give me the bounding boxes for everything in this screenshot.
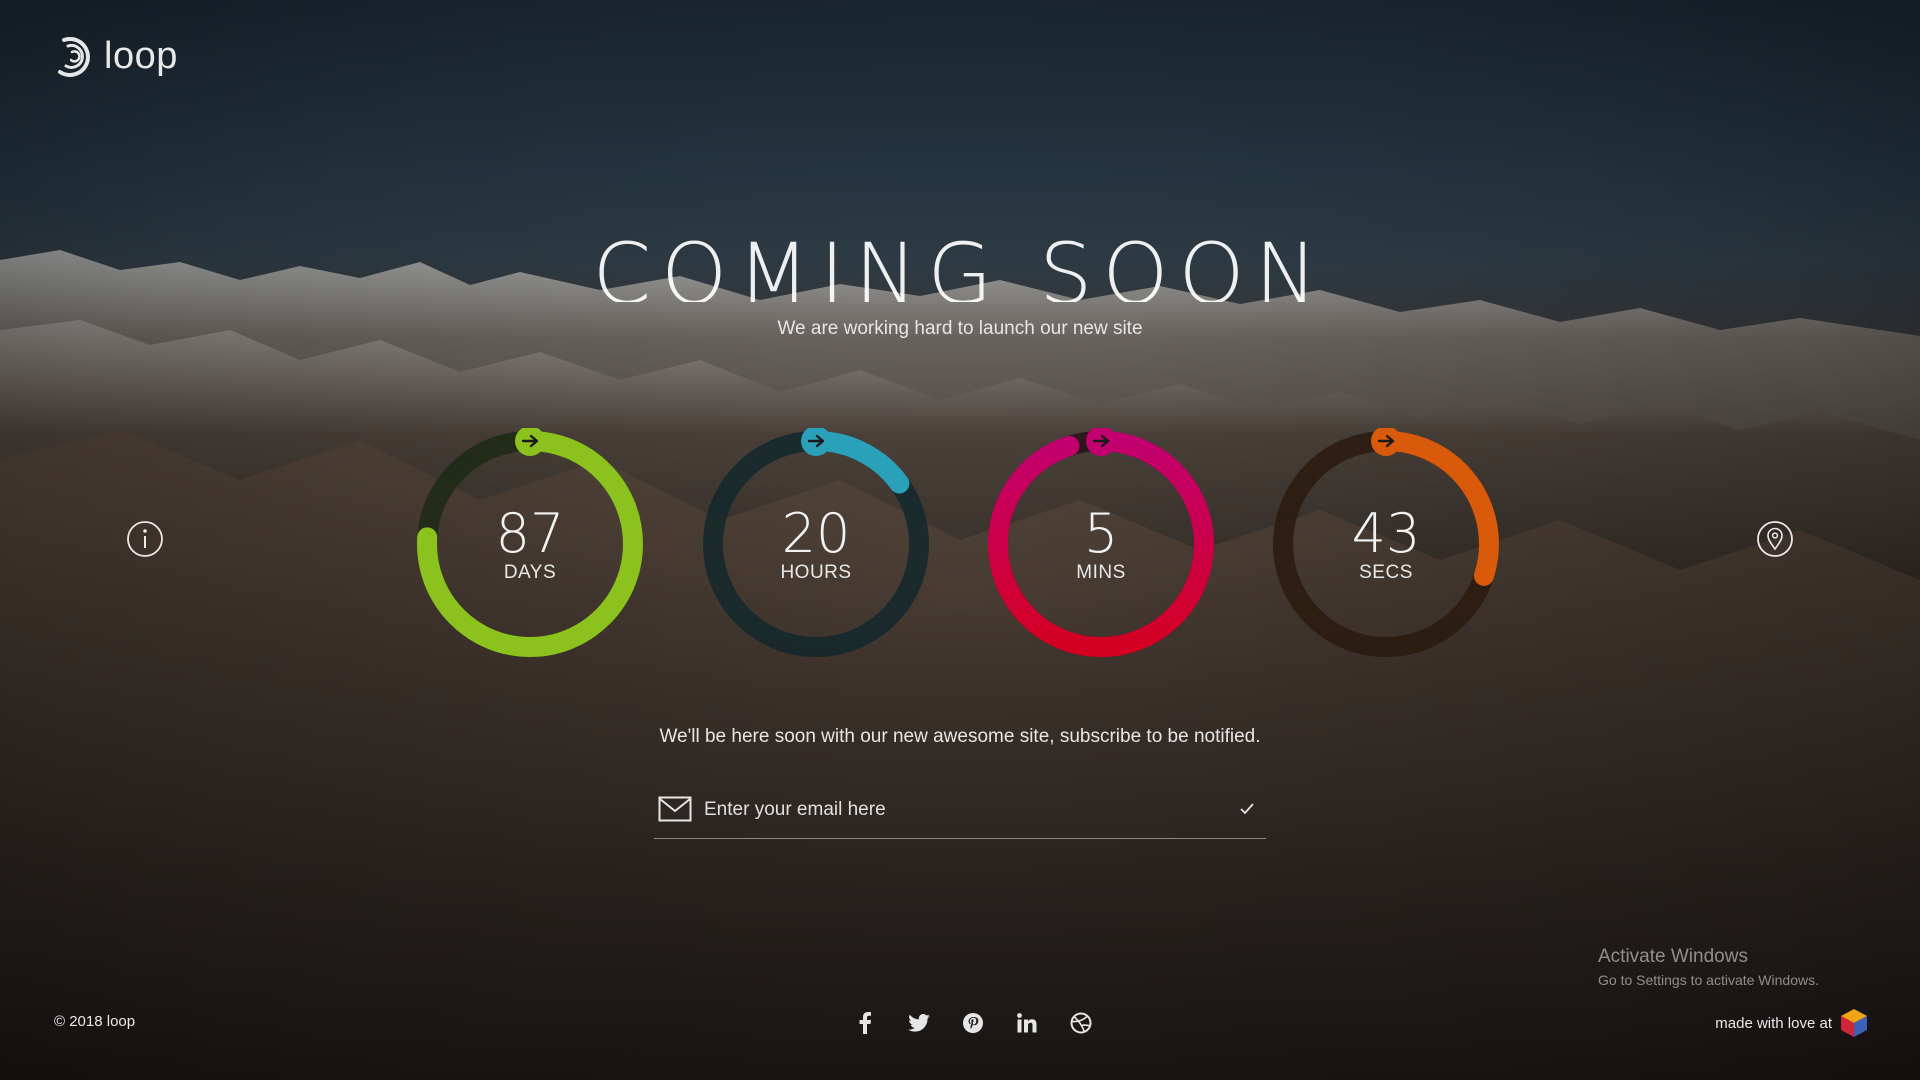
- watermark-detail: Go to Settings to activate Windows.: [1598, 972, 1819, 988]
- linkedin-icon[interactable]: [1000, 1006, 1054, 1040]
- watermark-title: Activate Windows: [1598, 946, 1748, 967]
- windows-activation-watermark: Activate Windows Go to Settings to activ…: [1598, 946, 1819, 988]
- brand-name: loop: [104, 34, 178, 77]
- made-with-love: made with love at: [1715, 1008, 1868, 1038]
- countdown-value: 87: [495, 502, 565, 565]
- countdown-days: 87 DAYS: [414, 428, 646, 660]
- social-links: [838, 1006, 1108, 1040]
- made-with-love-text: made with love at: [1715, 1014, 1832, 1032]
- brand-logo[interactable]: loop: [54, 32, 178, 80]
- countdown-unit: SECS: [1359, 562, 1413, 583]
- page-title: COMING SOON: [592, 225, 1328, 302]
- countdown-secs: 43 SECS: [1270, 428, 1502, 660]
- countdown-unit: DAYS: [503, 562, 557, 583]
- countdown-value: 5: [1083, 502, 1119, 565]
- page-subtitle: We are working hard to launch our new si…: [777, 318, 1143, 339]
- copyright: © 2018 loop: [54, 1013, 136, 1030]
- twitter-icon[interactable]: [892, 1006, 946, 1040]
- loop-logo-icon: [58, 37, 90, 77]
- dribbble-icon[interactable]: [1054, 1006, 1108, 1040]
- pinterest-icon[interactable]: [946, 1006, 1000, 1040]
- subscribe-form: [654, 788, 1266, 839]
- studio-cube-logo-icon[interactable]: [1840, 1008, 1868, 1038]
- countdown-value: 43: [1351, 502, 1421, 565]
- envelope-icon: [658, 796, 692, 822]
- email-input[interactable]: [702, 792, 1186, 828]
- countdown-unit: HOURS: [780, 562, 852, 583]
- countdown-unit: MINS: [1076, 562, 1126, 583]
- countdown-value: 20: [781, 502, 851, 565]
- background-mountains: [0, 0, 1920, 1080]
- subscribe-message: We'll be here soon with our new awesome …: [659, 726, 1261, 747]
- info-icon[interactable]: [126, 520, 164, 558]
- countdown-mins: 5 MINS: [985, 428, 1217, 660]
- checkmark-submit-icon[interactable]: [1232, 794, 1262, 824]
- facebook-icon[interactable]: [838, 1006, 892, 1040]
- countdown-hours: 20 HOURS: [700, 428, 932, 660]
- location-pin-icon[interactable]: [1756, 520, 1794, 558]
